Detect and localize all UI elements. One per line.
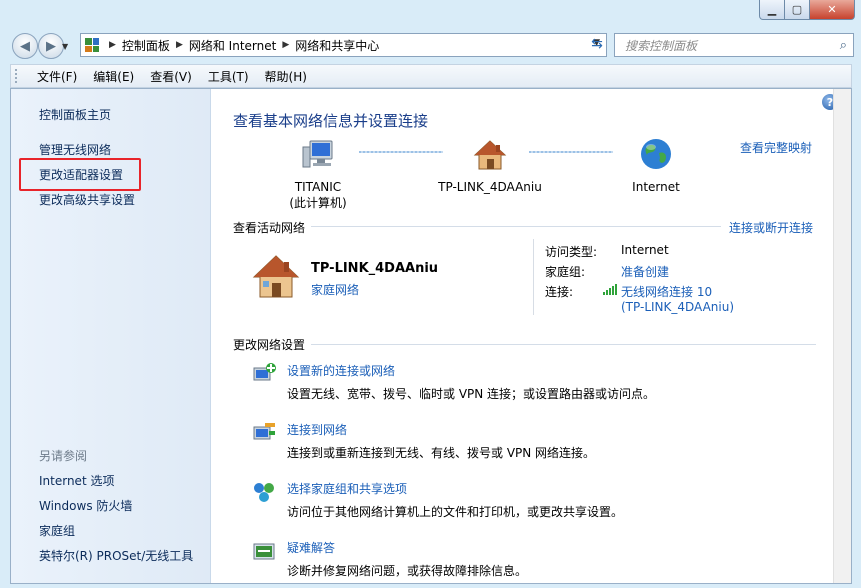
house-icon [473,140,507,170]
breadcrumb-control-panel[interactable]: 控制面板 [122,37,170,54]
see-also-heading: 另请参阅 [39,449,88,463]
wifi-signal-icon [603,284,617,295]
search-input[interactable]: 搜索控制面板 [625,37,840,54]
menu-file[interactable]: 文件(F) [29,68,85,85]
wireless-connection-ssid[interactable]: (TP-LINK_4DAAniu) [621,300,734,314]
content-area: 控制面板主页 管理无线网络 更改适配器设置 更改高级共享设置 另请参阅 Inte… [10,88,852,584]
map-node-router[interactable]: TP-LINK_4DAAniu [435,139,545,194]
back-arrow-icon: ◀ [20,38,30,54]
navigation-bar: ◀ ▶ ▼ ▶ 控制面板 ▶ 网络和 Internet ▶ 网络和共享中心 ▼ … [0,22,861,64]
see-also-internet-options[interactable]: Internet 选项 [39,472,114,489]
menu-edit[interactable]: 编辑(E) [85,68,142,85]
menu-tools[interactable]: 工具(T) [200,68,257,85]
active-networks-heading: 查看活动网络 [233,221,306,235]
connection-line [529,151,613,153]
task-description: 诊断并修复网络问题，或获得故障排除信息。 [287,564,528,578]
forward-arrow-icon: ▶ [46,38,56,54]
main-panel: ? 查看基本网络信息并设置连接 查看完整映射 TITANIC (此计算机) TP… [211,89,851,583]
control-panel-icon [85,38,99,52]
sidebar-item-control-panel-home[interactable]: 控制面板主页 [39,106,111,123]
menu-view[interactable]: 查看(V) [142,68,200,85]
breadcrumb-network-internet[interactable]: 网络和 Internet [189,37,276,54]
back-button[interactable]: ◀ [12,33,38,59]
refresh-icon: ⇆ [591,36,603,52]
computer-subtitle: (此计算机) [289,196,347,210]
address-bar[interactable]: ▶ 控制面板 ▶ 网络和 Internet ▶ 网络和共享中心 ▼ [80,33,607,57]
toolbar-grip [15,69,21,83]
sidebar-item-advanced-sharing[interactable]: 更改高级共享设置 [39,191,135,208]
view-full-map-link[interactable]: 查看完整映射 [740,139,812,156]
divider [311,344,816,345]
task-title[interactable]: 设置新的连接或网络 [287,362,395,379]
breadcrumb-network-sharing-center[interactable]: 网络和共享中心 [295,37,379,54]
minimize-button[interactable]: ▁ [759,0,785,20]
recent-pages-dropdown[interactable]: ▼ [62,42,68,51]
task-title[interactable]: 连接到网络 [287,421,347,438]
home-network-icon [252,255,300,298]
new-connection-icon [253,363,276,381]
router-name: TP-LINK_4DAAniu [438,180,542,194]
access-type-value: Internet [621,243,669,257]
divider [311,226,721,227]
homegroup-link[interactable]: 准备创建 [621,263,669,280]
task-title[interactable]: 疑难解答 [287,539,335,556]
search-box[interactable]: 搜索控制面板 ⌕ [614,33,854,57]
menu-bar: 文件(F) 编辑(E) 查看(V) 工具(T) 帮助(H) [10,64,852,88]
map-node-computer[interactable]: TITANIC (此计算机) [283,139,353,211]
task-description: 访问位于其他网络计算机上的文件和打印机，或更改共享设置。 [287,505,624,519]
connect-disconnect-link[interactable]: 连接或断开连接 [729,219,813,236]
change-settings-heading: 更改网络设置 [233,338,306,352]
refresh-button[interactable]: ⇆ [585,32,609,56]
internet-label: Internet [632,180,680,194]
highlight-box [19,158,141,191]
network-type-link[interactable]: 家庭网络 [311,281,359,298]
divider [533,239,534,315]
scrollbar[interactable] [833,89,851,583]
sidebar-item-manage-wireless[interactable]: 管理无线网络 [39,141,111,158]
globe-icon [641,139,671,169]
see-also-intel-proset[interactable]: 英特尔(R) PROSet/无线工具 [39,547,193,564]
forward-button[interactable]: ▶ [38,33,64,59]
task-title[interactable]: 选择家庭组和共享选项 [287,480,407,497]
connection-line [359,151,443,153]
homegroup-label: 家庭组: [545,265,586,279]
active-network-name: TP-LINK_4DAAniu [311,261,439,276]
computer-name: TITANIC [294,180,342,194]
menu-help[interactable]: 帮助(H) [257,68,315,85]
task-description: 连接到或重新连接到无线、有线、拨号或 VPN 网络连接。 [287,446,596,460]
access-type-label: 访问类型: [545,245,598,259]
window: ▁ ▢ ✕ ◀ ▶ ▼ ▶ 控制面板 ▶ 网络和 Internet ▶ 网络和共… [0,0,861,588]
troubleshoot-icon [253,543,275,560]
computer-icon [302,140,333,168]
see-also-homegroup[interactable]: 家庭组 [39,522,75,539]
see-also-firewall[interactable]: Windows 防火墙 [39,497,132,514]
chevron-right-icon[interactable]: ▶ [109,40,116,50]
wireless-connection-link[interactable]: 无线网络连接 10 [621,283,712,300]
breadcrumb: ▶ 控制面板 ▶ 网络和 Internet ▶ 网络和共享中心 [103,37,379,54]
homegroup-icon [254,483,274,502]
chevron-right-icon[interactable]: ▶ [282,40,289,50]
task-description: 设置无线、宽带、拨号、临时或 VPN 连接；或设置路由器或访问点。 [287,387,656,401]
map-node-internet[interactable]: Internet [621,137,691,194]
connection-label: 连接: [545,285,574,299]
sidebar: 控制面板主页 管理无线网络 更改适配器设置 更改高级共享设置 另请参阅 Inte… [11,89,211,583]
page-title: 查看基本网络信息并设置连接 [233,112,429,130]
maximize-button[interactable]: ▢ [785,0,810,20]
search-icon[interactable]: ⌕ [840,38,847,53]
window-controls: ▁ ▢ ✕ [759,0,855,20]
connect-network-icon [253,423,275,440]
close-button[interactable]: ✕ [810,0,855,20]
chevron-right-icon[interactable]: ▶ [176,40,183,50]
